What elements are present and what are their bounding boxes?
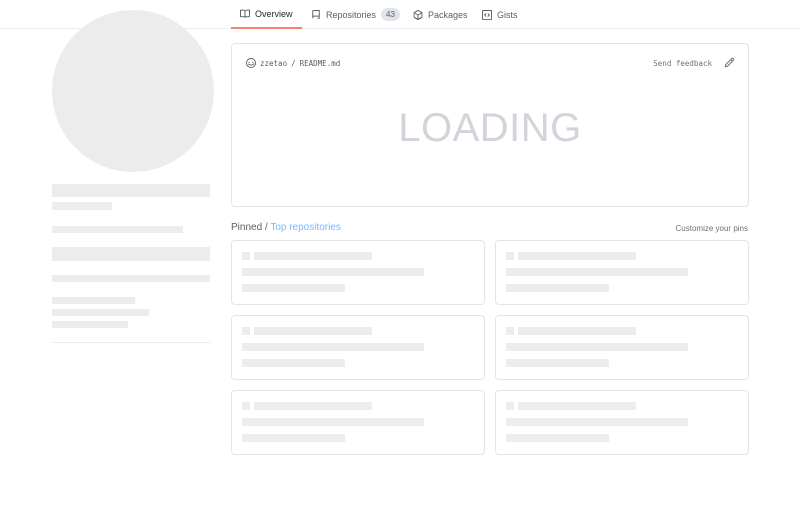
tab-overview-label: Overview bbox=[255, 8, 293, 19]
bio-placeholder bbox=[52, 226, 183, 233]
repo-meta-placeholder bbox=[242, 359, 345, 367]
detail-placeholder bbox=[52, 297, 135, 304]
name-placeholder bbox=[52, 184, 210, 197]
pinned-card-placeholder bbox=[495, 390, 749, 455]
package-icon bbox=[413, 9, 423, 20]
pinned-separator: / bbox=[264, 222, 268, 233]
pinned-card-placeholder bbox=[495, 240, 749, 305]
repo-description-placeholder bbox=[506, 418, 688, 426]
repo-description-placeholder bbox=[242, 418, 424, 426]
followers-placeholder bbox=[52, 275, 210, 282]
repo-icon-placeholder bbox=[506, 402, 514, 410]
tab-repositories[interactable]: Repositories 43 bbox=[311, 0, 400, 29]
tab-gists-label: Gists bbox=[497, 9, 518, 20]
repo-name-placeholder bbox=[254, 252, 372, 260]
repo-icon-placeholder bbox=[242, 327, 250, 335]
repo-name-placeholder bbox=[518, 252, 636, 260]
repo-description-placeholder bbox=[242, 268, 424, 276]
readme-file-link[interactable]: README.md bbox=[300, 59, 341, 68]
repo-meta-placeholder bbox=[506, 284, 609, 292]
repo-description-placeholder bbox=[506, 343, 688, 351]
readme-path: zzetao / README.md bbox=[246, 58, 340, 68]
repo-icon-placeholder bbox=[242, 402, 250, 410]
tab-repositories-label: Repositories bbox=[326, 9, 377, 20]
book-icon bbox=[240, 9, 250, 18]
repo-icon bbox=[312, 9, 320, 19]
tab-packages-label: Packages bbox=[428, 9, 468, 20]
pinned-card-placeholder bbox=[231, 315, 485, 380]
repo-name-placeholder bbox=[254, 402, 372, 410]
tab-overview[interactable]: Overview bbox=[231, 0, 302, 29]
pinned-card-placeholder bbox=[231, 240, 485, 305]
repo-description-placeholder bbox=[506, 268, 688, 276]
send-feedback-link[interactable]: Send feedback bbox=[653, 59, 712, 68]
top-repositories-link[interactable]: Top repositories bbox=[270, 222, 341, 233]
customize-pins-link[interactable]: Customize your pins bbox=[676, 224, 748, 233]
avatar-placeholder bbox=[52, 10, 214, 172]
sidebar-divider bbox=[52, 342, 210, 343]
pinned-title: Pinned bbox=[231, 222, 263, 233]
profile-readme-box: zzetao / README.md Send feedback LOADING bbox=[231, 43, 749, 207]
pinned-header: Pinned / Top repositories bbox=[231, 222, 341, 233]
path-separator: / bbox=[291, 58, 296, 68]
pencil-icon[interactable] bbox=[724, 57, 735, 68]
repo-icon-placeholder bbox=[506, 252, 514, 260]
repo-meta-placeholder bbox=[506, 434, 609, 442]
loading-text: LOADING bbox=[398, 106, 582, 150]
repo-name-placeholder bbox=[518, 327, 636, 335]
repo-meta-placeholder bbox=[506, 359, 609, 367]
smiley-icon bbox=[246, 58, 256, 68]
repo-name-placeholder bbox=[254, 327, 372, 335]
repo-icon-placeholder bbox=[506, 327, 514, 335]
pinned-card-placeholder bbox=[231, 390, 485, 455]
follow-button-placeholder bbox=[52, 247, 210, 261]
username-placeholder bbox=[52, 202, 112, 210]
detail-placeholder bbox=[52, 321, 128, 328]
repo-description-placeholder bbox=[242, 343, 424, 351]
tab-gists[interactable]: Gists bbox=[482, 0, 518, 29]
repositories-count-badge: 43 bbox=[381, 8, 400, 21]
pinned-card-placeholder bbox=[495, 315, 749, 380]
readme-owner-link[interactable]: zzetao bbox=[260, 59, 287, 68]
code-square-icon bbox=[482, 9, 492, 20]
detail-placeholder bbox=[52, 309, 149, 316]
tab-packages[interactable]: Packages bbox=[413, 0, 468, 29]
repo-meta-placeholder bbox=[242, 284, 345, 292]
repo-meta-placeholder bbox=[242, 434, 345, 442]
repo-icon-placeholder bbox=[242, 252, 250, 260]
repo-name-placeholder bbox=[518, 402, 636, 410]
